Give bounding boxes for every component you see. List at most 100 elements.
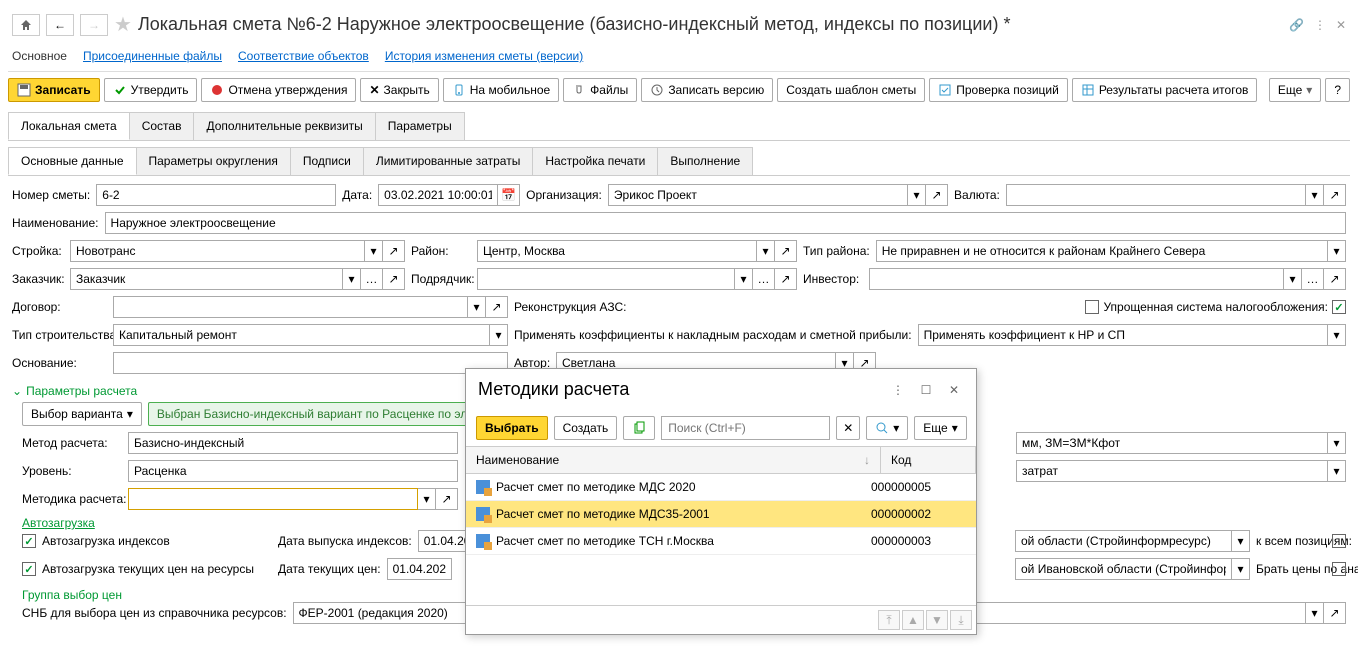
dialog-close-icon[interactable]: ✕ xyxy=(944,380,964,400)
files-button[interactable]: Файлы xyxy=(563,78,637,102)
grid-col-name[interactable]: Наименование ↓ xyxy=(466,447,881,473)
grid-nav-up-icon[interactable]: ▲ xyxy=(902,610,924,630)
region-dropdown-icon[interactable]: ▾ xyxy=(757,240,775,262)
currency-open-icon[interactable]: ↗ xyxy=(1324,184,1346,206)
tab-object-mapping[interactable]: Соответствие объектов xyxy=(238,49,369,63)
date-input[interactable] xyxy=(378,184,498,206)
all-positions-checkbox[interactable] xyxy=(1332,534,1346,548)
region-input[interactable] xyxy=(477,240,757,262)
contract-dropdown-icon[interactable]: ▾ xyxy=(468,296,486,318)
analog-checkbox[interactable] xyxy=(1332,562,1346,576)
contractor-dropdown-icon[interactable]: ▾ xyxy=(735,268,753,290)
save-button[interactable]: Записать xyxy=(8,78,100,102)
investor-dropdown-icon[interactable]: ▾ xyxy=(1284,268,1302,290)
region-open-icon[interactable]: ↗ xyxy=(775,240,797,262)
snb-dropdown-icon[interactable]: ▾ xyxy=(1306,602,1324,624)
grid-row[interactable]: Расчет смет по методике МДС 2020 0000000… xyxy=(466,474,976,501)
mobile-button[interactable]: На мобильное xyxy=(443,78,559,102)
currency-input[interactable] xyxy=(1006,184,1306,206)
autoload-indexes-checkbox[interactable]: ✓ xyxy=(22,534,36,548)
currency-dropdown-icon[interactable]: ▾ xyxy=(1306,184,1324,206)
tab-composition[interactable]: Состав xyxy=(129,112,195,140)
zm-input[interactable] xyxy=(1016,432,1328,454)
approve-button[interactable]: Утвердить xyxy=(104,78,198,102)
prices-source-input[interactable] xyxy=(1015,558,1232,580)
region-type-dropdown-icon[interactable]: ▾ xyxy=(1328,240,1346,262)
tab-signatures[interactable]: Подписи xyxy=(290,147,364,175)
dialog-clear-search-icon[interactable]: ✕ xyxy=(836,416,860,440)
back-button[interactable]: ← xyxy=(46,14,74,36)
grid-nav-down-icon[interactable]: ▼ xyxy=(926,610,948,630)
forward-button[interactable]: → xyxy=(80,14,108,36)
dialog-create-button[interactable]: Создать xyxy=(554,416,618,440)
dialog-search-button[interactable]: ▾ xyxy=(866,416,908,440)
customer-dropdown-icon[interactable]: ▾ xyxy=(343,268,361,290)
create-template-button[interactable]: Создать шаблон сметы xyxy=(777,78,925,102)
grid-row[interactable]: Расчет смет по методике ТСН г.Москва 000… xyxy=(466,528,976,555)
tab-local-estimate[interactable]: Локальная смета xyxy=(8,112,130,140)
tab-parameters[interactable]: Параметры xyxy=(375,112,465,140)
autoload-prices-checkbox[interactable]: ✓ xyxy=(22,562,36,576)
estimate-number-input[interactable] xyxy=(96,184,336,206)
dialog-maximize-icon[interactable]: ☐ xyxy=(916,380,936,400)
build-input[interactable] xyxy=(70,240,365,262)
tab-history[interactable]: История изменения сметы (версии) xyxy=(385,49,583,63)
zm-dropdown-icon[interactable]: ▾ xyxy=(1328,432,1346,454)
customer-input[interactable] xyxy=(70,268,343,290)
dialog-search-input[interactable] xyxy=(661,416,830,440)
grid-row[interactable]: Расчет смет по методике МДС35-2001 00000… xyxy=(466,501,976,528)
dialog-select-button[interactable]: Выбрать xyxy=(476,416,548,440)
region-type-input[interactable] xyxy=(876,240,1328,262)
org-dropdown-icon[interactable]: ▾ xyxy=(908,184,926,206)
investor-dots-icon[interactable]: … xyxy=(1302,268,1324,290)
check-positions-button[interactable]: Проверка позиций xyxy=(929,78,1068,102)
variant-select-button[interactable]: Выбор варианта ▾ xyxy=(22,402,142,426)
methodic-dropdown-icon[interactable]: ▾ xyxy=(418,488,436,510)
contract-open-icon[interactable]: ↗ xyxy=(486,296,508,318)
coef-dropdown-icon[interactable]: ▾ xyxy=(1328,324,1346,346)
tab-print-settings[interactable]: Настройка печати xyxy=(532,147,658,175)
calc-method-input[interactable] xyxy=(128,432,458,454)
results-button[interactable]: Результаты расчета итогов xyxy=(1072,78,1258,102)
base-input[interactable] xyxy=(113,352,508,374)
org-open-icon[interactable]: ↗ xyxy=(926,184,948,206)
calendar-icon[interactable]: 📅 xyxy=(498,184,520,206)
tab-additional-props[interactable]: Дополнительные реквизиты xyxy=(193,112,375,140)
zatrat-dropdown-icon[interactable]: ▾ xyxy=(1328,460,1346,482)
contractor-dots-icon[interactable]: … xyxy=(753,268,775,290)
organization-input[interactable] xyxy=(608,184,908,206)
grid-nav-first-icon[interactable]: ⤒ xyxy=(878,610,900,630)
build-type-input[interactable] xyxy=(113,324,490,346)
snb-open-icon[interactable]: ↗ xyxy=(1324,602,1346,624)
level-input[interactable] xyxy=(128,460,458,482)
close-window-icon[interactable]: ✕ xyxy=(1336,18,1346,32)
tab-execution[interactable]: Выполнение xyxy=(657,147,753,175)
favorite-star-icon[interactable]: ★ xyxy=(114,12,132,37)
prices-date-input[interactable] xyxy=(387,558,452,580)
name-input[interactable] xyxy=(105,212,1346,234)
tab-basic-data[interactable]: Основные данные xyxy=(8,147,137,175)
reconstruct-checkbox[interactable] xyxy=(1085,300,1099,314)
build-open-icon[interactable]: ↗ xyxy=(383,240,405,262)
customer-open-icon[interactable]: ↗ xyxy=(383,268,405,290)
build-type-dropdown-icon[interactable]: ▾ xyxy=(490,324,508,346)
contract-input[interactable] xyxy=(113,296,468,318)
index-source-input[interactable] xyxy=(1015,530,1232,552)
contractor-open-icon[interactable]: ↗ xyxy=(775,268,797,290)
dialog-more-button[interactable]: Еще ▾ xyxy=(914,416,966,440)
methodic-input[interactable] xyxy=(128,488,418,510)
zatrat-input[interactable] xyxy=(1016,460,1328,482)
cancel-approve-button[interactable]: Отмена утверждения xyxy=(201,78,356,102)
menu-icon[interactable]: ⋮ xyxy=(1314,18,1326,32)
close-button[interactable]: ✕ Закрыть xyxy=(360,78,438,102)
dialog-menu-icon[interactable]: ⋮ xyxy=(888,380,908,400)
grid-col-code[interactable]: Код xyxy=(881,447,976,473)
investor-open-icon[interactable]: ↗ xyxy=(1324,268,1346,290)
tab-attached-files[interactable]: Присоединенные файлы xyxy=(83,49,222,63)
help-button[interactable]: ? xyxy=(1325,78,1350,102)
investor-input[interactable] xyxy=(869,268,1284,290)
save-version-button[interactable]: Записать версию xyxy=(641,78,773,102)
tax-checkbox[interactable]: ✓ xyxy=(1332,300,1346,314)
autoload-link[interactable]: Автозагрузка xyxy=(22,516,95,530)
grid-nav-last-icon[interactable]: ⤓ xyxy=(950,610,972,630)
